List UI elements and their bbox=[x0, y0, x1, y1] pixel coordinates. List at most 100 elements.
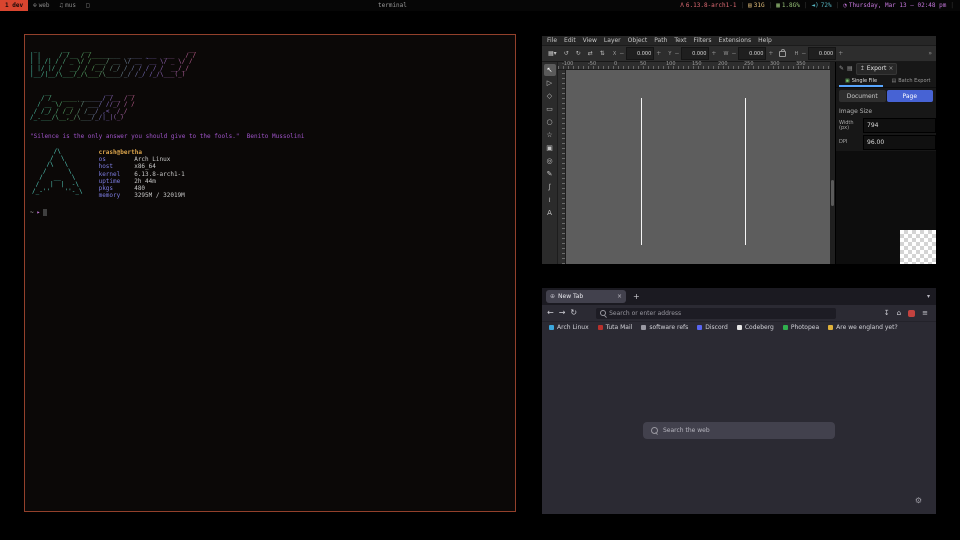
url-bar[interactable]: Search or enter address bbox=[596, 308, 836, 319]
downloads-icon[interactable]: ↧ bbox=[884, 309, 890, 317]
ellipse-tool-icon[interactable]: ○ bbox=[544, 116, 556, 128]
tag-web[interactable]: ⊕ web bbox=[28, 0, 54, 11]
rotate-cw-button[interactable]: ↻ bbox=[574, 50, 583, 57]
ruler-label: 250 bbox=[744, 62, 754, 67]
flip-horizontal-button[interactable]: ⇄ bbox=[586, 50, 595, 57]
x-value[interactable]: 0.000 bbox=[626, 47, 654, 60]
fetch-value: x86_64 bbox=[134, 163, 156, 170]
height-spinbox[interactable]: H − 0.000 + bbox=[791, 47, 844, 60]
firefox-window: ⊕ New Tab × + ▾ ← → ↻ Search or enter ad… bbox=[542, 288, 936, 514]
menu-object[interactable]: Object bbox=[628, 37, 648, 44]
active-tab-new-tab[interactable]: ⊕ New Tab × bbox=[546, 290, 626, 303]
node-tool-icon[interactable]: ▷ bbox=[544, 77, 556, 89]
menu-view[interactable]: View bbox=[583, 37, 597, 44]
fetch-value: Arch Linux bbox=[134, 156, 170, 163]
decrement-button[interactable]: − bbox=[618, 50, 625, 57]
layers-icon[interactable]: ▤ bbox=[847, 65, 853, 72]
x-coordinate-spinbox[interactable]: X − 0.000 + bbox=[610, 47, 663, 60]
selector-tool-icon[interactable]: ↖ bbox=[544, 64, 556, 76]
star-tool-icon[interactable]: ☆ bbox=[544, 129, 556, 141]
terminal-window[interactable]: _ __ __ __ | | / /__ / /________ ____ __… bbox=[24, 34, 516, 512]
increment-button[interactable]: + bbox=[767, 50, 774, 57]
bookmark-are-we-england-yet[interactable]: Are we england yet? bbox=[828, 324, 898, 331]
canvas-scrollbar[interactable] bbox=[830, 62, 835, 264]
bookmark-tuta-mail[interactable]: Tuta Mail bbox=[598, 324, 633, 331]
fetch-label: pkgs bbox=[99, 185, 131, 192]
bookmark-photopea[interactable]: Photopea bbox=[783, 324, 819, 331]
page-button[interactable]: Page bbox=[887, 90, 934, 102]
bookmark-codeberg[interactable]: Codeberg bbox=[737, 324, 774, 331]
list-all-tabs-icon[interactable]: ▾ bbox=[927, 293, 932, 300]
y-value[interactable]: 0.000 bbox=[681, 47, 709, 60]
flip-vertical-button[interactable]: ⇅ bbox=[598, 50, 607, 57]
menu-help[interactable]: Help bbox=[758, 37, 772, 44]
reload-button[interactable]: ↻ bbox=[570, 309, 577, 317]
shape-builder-tool-icon[interactable]: ◇ bbox=[544, 90, 556, 102]
tab-single-file[interactable]: ▣ Single File bbox=[836, 75, 886, 87]
menu-layer[interactable]: Layer bbox=[604, 37, 621, 44]
tag-mus[interactable]: ♫ mus bbox=[55, 0, 81, 11]
text-tool-icon[interactable]: A bbox=[544, 207, 556, 219]
back-button[interactable]: ← bbox=[547, 309, 554, 317]
bookmark-arch-linux[interactable]: Arch Linux bbox=[549, 324, 589, 331]
inkscape-window: File Edit View Layer Object Path Text Fi… bbox=[542, 36, 936, 264]
export-dock-tab[interactable]: ↥ Export × bbox=[856, 63, 898, 75]
tag-empty[interactable]: □ bbox=[81, 0, 95, 11]
tag-dev[interactable]: 1 dev bbox=[0, 0, 28, 11]
web-search-box[interactable]: Search the web bbox=[643, 422, 835, 439]
bookmark-folder-software-refs[interactable]: software refs bbox=[641, 324, 688, 331]
menu-filters[interactable]: Filters bbox=[694, 37, 712, 44]
box-3d-tool-icon[interactable]: ▣ bbox=[544, 142, 556, 154]
bookmark-label: Discord bbox=[705, 324, 728, 331]
menu-file[interactable]: File bbox=[547, 37, 557, 44]
search-icon bbox=[600, 310, 606, 316]
dpi-input[interactable]: 96.00 bbox=[863, 135, 936, 150]
decrement-button[interactable]: − bbox=[730, 50, 737, 57]
width-input[interactable]: 794 bbox=[863, 118, 936, 133]
rotate-ccw-button[interactable]: ↺ bbox=[562, 50, 571, 57]
home-icon[interactable]: ⌂ bbox=[897, 309, 901, 317]
close-icon[interactable]: × bbox=[888, 65, 893, 72]
tab-batch-export[interactable]: ▤ Batch Export bbox=[886, 75, 936, 87]
inkscape-canvas[interactable] bbox=[566, 70, 830, 264]
rectangle-tool-icon[interactable]: ▭ bbox=[544, 103, 556, 115]
menu-path[interactable]: Path bbox=[654, 37, 667, 44]
edit-paths-icon[interactable]: ✎ bbox=[839, 65, 844, 72]
hamburger-menu-icon[interactable]: ≡ bbox=[922, 309, 928, 317]
close-tab-icon[interactable]: × bbox=[617, 293, 622, 300]
w-value[interactable]: 0.000 bbox=[738, 47, 766, 60]
calligraphy-tool-icon[interactable]: ≀ bbox=[544, 194, 556, 206]
fastfetch-info: crash@bertha os Arch Linux host x86_64 k… bbox=[99, 149, 185, 199]
ublock-extension-icon[interactable] bbox=[908, 310, 915, 317]
selection-mode-dropdown[interactable]: ▦▾ bbox=[546, 50, 559, 57]
drawn-vertical-line[interactable] bbox=[641, 98, 642, 245]
forward-button[interactable]: → bbox=[559, 309, 566, 317]
increment-button[interactable]: + bbox=[655, 50, 662, 57]
lock-ratio-icon[interactable] bbox=[779, 51, 786, 57]
document-button[interactable]: Document bbox=[839, 90, 886, 102]
fetch-label: host bbox=[99, 163, 131, 170]
increment-button[interactable]: + bbox=[837, 50, 844, 57]
bookmark-discord[interactable]: Discord bbox=[697, 324, 728, 331]
new-tab-button[interactable]: + bbox=[633, 292, 640, 301]
search-placeholder: Search the web bbox=[663, 427, 710, 434]
pencil-tool-icon[interactable]: ✎ bbox=[544, 168, 556, 180]
decrement-button[interactable]: − bbox=[800, 50, 807, 57]
y-coordinate-spinbox[interactable]: Y − 0.000 + bbox=[665, 47, 717, 60]
h-value[interactable]: 0.000 bbox=[808, 47, 836, 60]
width-spinbox[interactable]: W − 0.000 + bbox=[720, 47, 774, 60]
menu-edit[interactable]: Edit bbox=[564, 37, 576, 44]
increment-button[interactable]: + bbox=[710, 50, 717, 57]
menu-text[interactable]: Text bbox=[674, 37, 686, 44]
scrollbar-thumb[interactable] bbox=[831, 180, 834, 206]
shell-prompt[interactable]: ~ ▸ bbox=[30, 209, 510, 216]
vertical-ruler[interactable] bbox=[558, 70, 566, 264]
menu-extensions[interactable]: Extensions bbox=[719, 37, 752, 44]
spiral-tool-icon[interactable]: ◎ bbox=[544, 155, 556, 167]
toolbar-overflow-button[interactable]: » bbox=[928, 50, 932, 57]
pen-tool-icon[interactable]: ∫ bbox=[544, 181, 556, 193]
horizontal-ruler[interactable]: -100 -50 0 50 100 150 200 250 300 350 bbox=[558, 62, 830, 70]
drawn-vertical-line[interactable] bbox=[745, 98, 746, 245]
personalize-gear-icon[interactable]: ⚙ bbox=[915, 496, 922, 505]
decrement-button[interactable]: − bbox=[673, 50, 680, 57]
